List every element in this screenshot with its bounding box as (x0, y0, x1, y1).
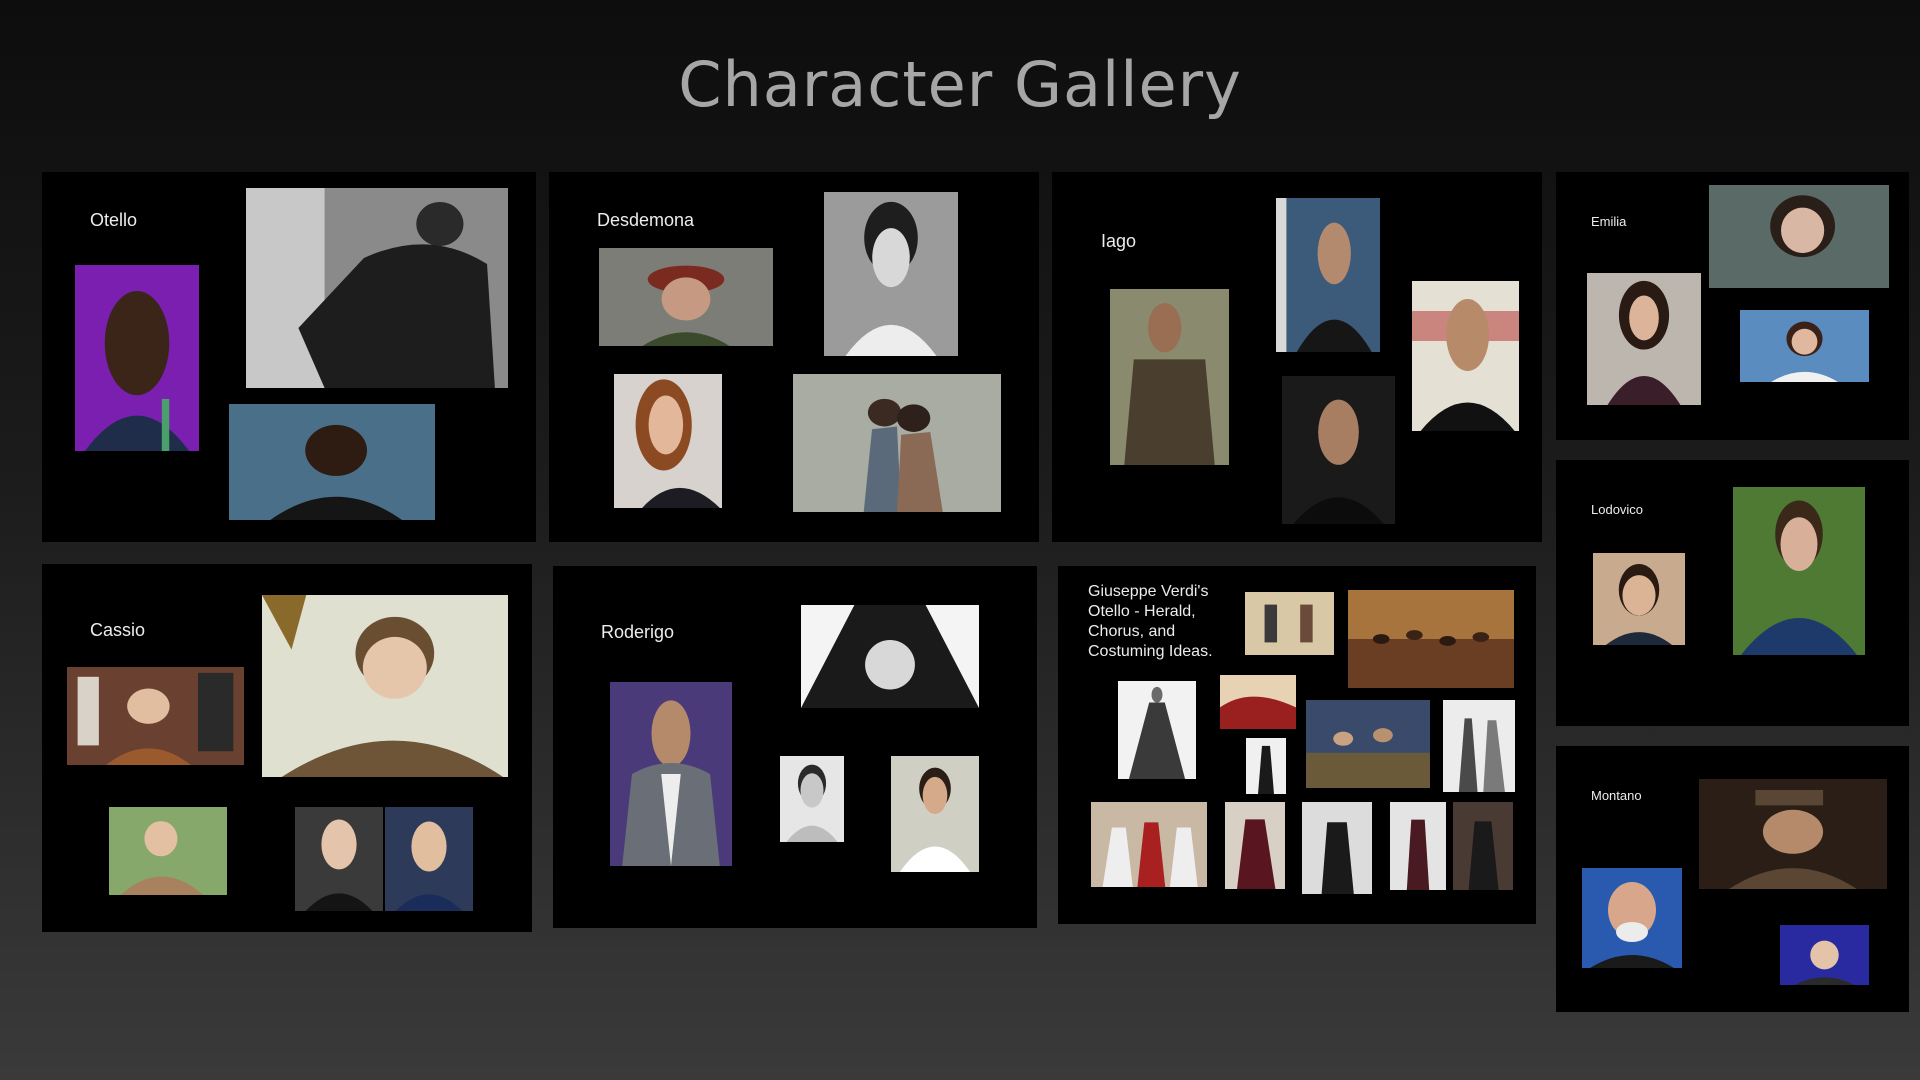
board-roderigo: Roderigo (553, 566, 1037, 928)
photo[interactable] (1412, 281, 1519, 431)
board-emilia: Emilia (1556, 172, 1909, 440)
photo[interactable] (614, 374, 722, 508)
photo[interactable] (1302, 802, 1372, 894)
page-title: Character Gallery (678, 48, 1242, 121)
photo[interactable] (1276, 198, 1380, 352)
photo[interactable] (246, 188, 508, 388)
photo[interactable] (109, 807, 227, 895)
photo[interactable] (599, 248, 773, 346)
photo[interactable] (891, 756, 979, 872)
photo[interactable] (1245, 592, 1334, 655)
board-label: Cassio (90, 620, 146, 640)
board-label: Otello (90, 210, 138, 230)
photo[interactable] (1593, 553, 1685, 645)
board-label: Iago (1101, 231, 1137, 251)
photo[interactable] (1306, 700, 1430, 788)
board-iago: Iago (1052, 172, 1542, 542)
board-desdemona: Desdemona (549, 172, 1039, 542)
photo[interactable] (1709, 185, 1889, 288)
board-otello: Otello (42, 172, 536, 542)
photo[interactable] (780, 756, 844, 842)
photo[interactable] (1733, 487, 1865, 655)
photo[interactable] (385, 807, 473, 911)
board-label: Lodovico (1591, 502, 1644, 517)
photo[interactable] (1587, 273, 1701, 405)
board-label: Emilia (1591, 214, 1627, 229)
photo[interactable] (1348, 590, 1514, 688)
board-label: Desdemona (597, 210, 695, 230)
photo[interactable] (262, 595, 508, 777)
photo[interactable] (1110, 289, 1229, 465)
board-lodovico: Lodovico (1556, 460, 1909, 726)
photo[interactable] (1390, 802, 1446, 890)
photo[interactable] (75, 265, 199, 451)
photo[interactable] (67, 667, 244, 765)
photo[interactable] (1220, 675, 1296, 729)
board-cassio: Cassio (42, 564, 532, 932)
photo[interactable] (610, 682, 732, 866)
photo[interactable] (1246, 738, 1286, 794)
photo[interactable] (1582, 868, 1682, 968)
photo[interactable] (295, 807, 383, 911)
board-label: Giuseppe Verdi's Otello - Herald, Chorus… (1088, 583, 1213, 660)
board-verdi: Giuseppe Verdi's Otello - Herald, Chorus… (1058, 566, 1536, 924)
photo[interactable] (229, 404, 435, 520)
photo[interactable] (801, 605, 979, 708)
photo[interactable] (1699, 779, 1887, 889)
photo[interactable] (1443, 700, 1515, 792)
photo[interactable] (793, 374, 1001, 512)
photo[interactable] (1282, 376, 1395, 524)
board-label: Roderigo (601, 622, 675, 642)
photo[interactable] (1453, 802, 1513, 890)
photo[interactable] (1118, 681, 1196, 779)
photo[interactable] (1740, 310, 1869, 382)
photo[interactable] (1780, 925, 1869, 985)
photo[interactable] (1091, 802, 1207, 887)
photo[interactable] (1225, 802, 1285, 889)
photo[interactable] (824, 192, 958, 356)
board-montano: Montano (1556, 746, 1909, 1012)
board-label: Montano (1591, 788, 1642, 803)
